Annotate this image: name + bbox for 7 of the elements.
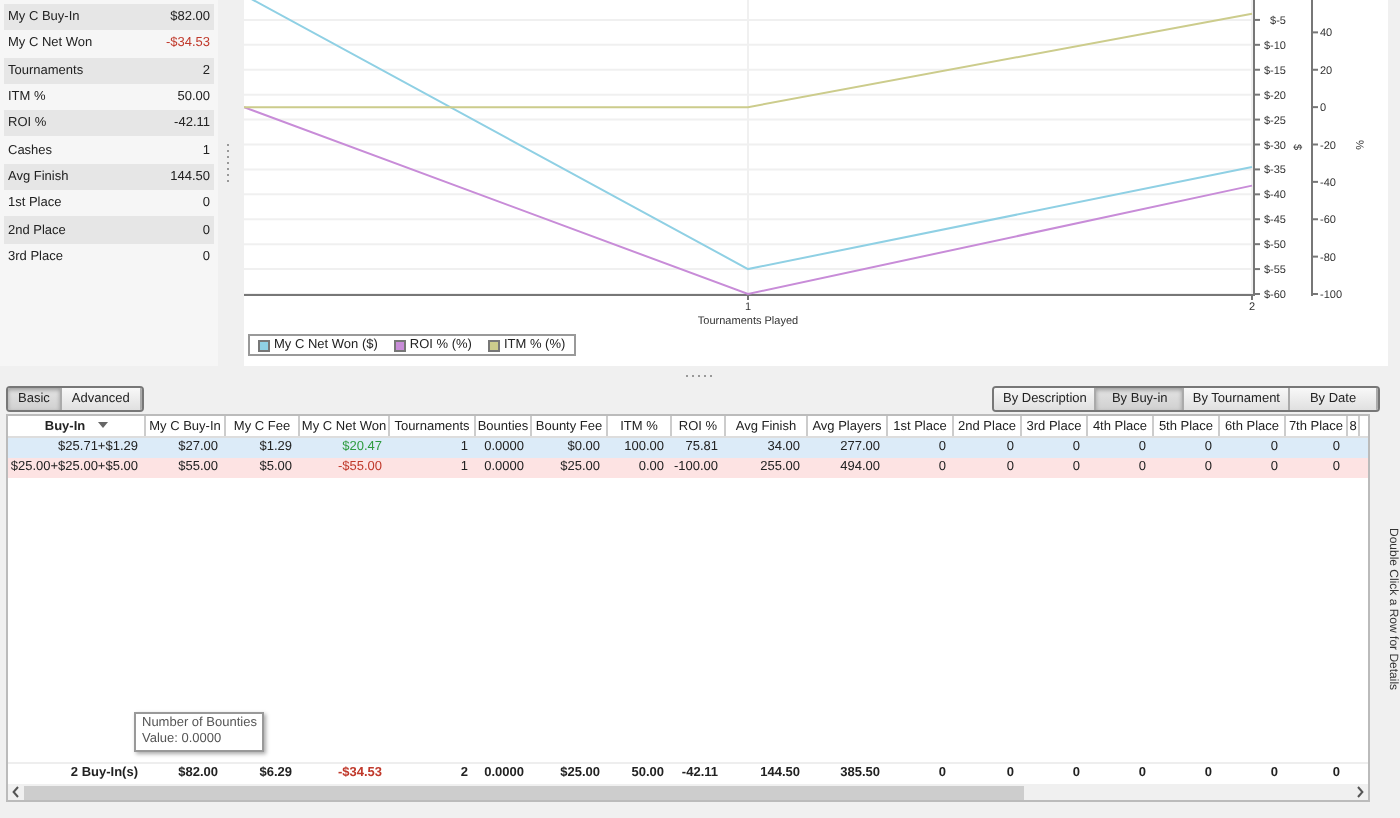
splitter-handle[interactable] (686, 374, 714, 378)
legend-swatch (393, 339, 406, 351)
scroll-left-icon[interactable] (12, 786, 20, 798)
horizontal-scrollbar[interactable] (8, 784, 1368, 800)
scroll-right-icon[interactable] (1356, 786, 1364, 798)
legend-swatch (258, 339, 270, 351)
legend-swatch (487, 339, 500, 351)
